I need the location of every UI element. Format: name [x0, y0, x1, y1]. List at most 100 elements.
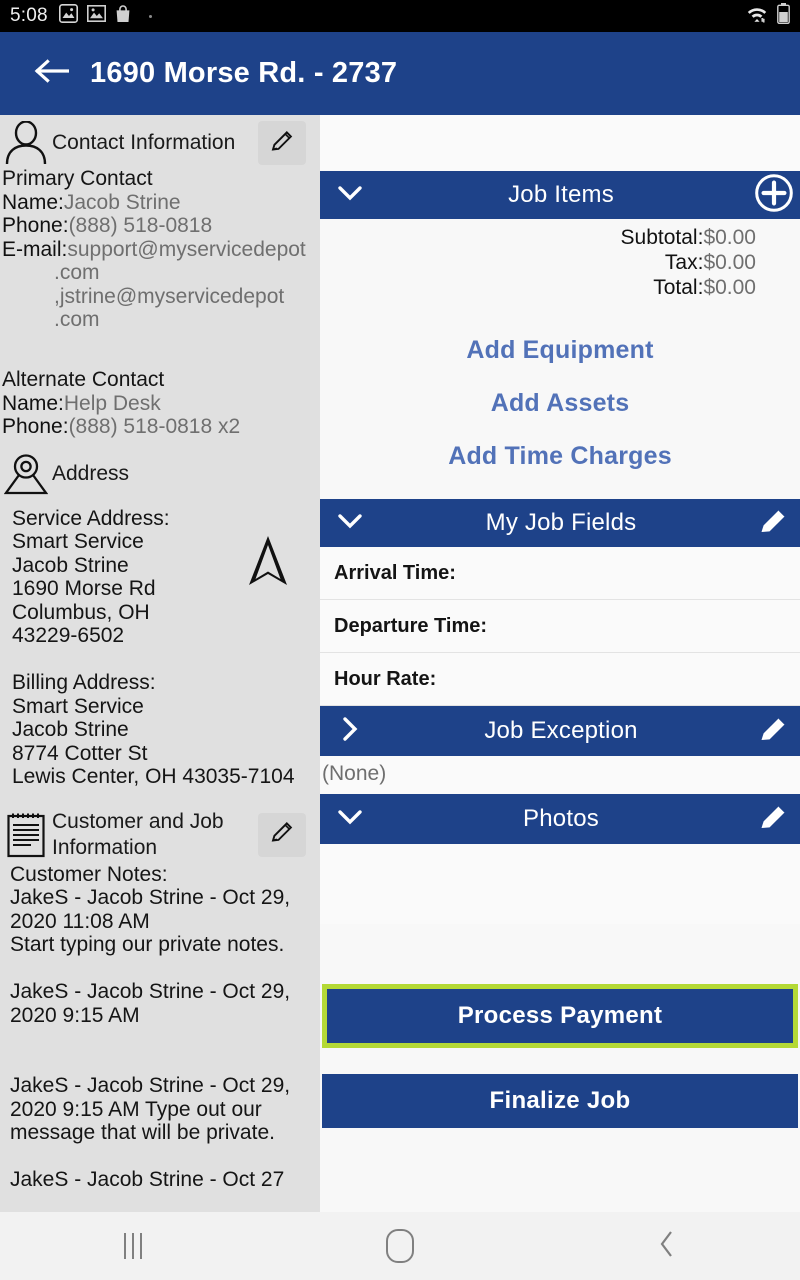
- alternate-phone-label: Phone:: [2, 415, 69, 438]
- address-header: Address: [0, 447, 320, 497]
- battery-icon: [777, 3, 790, 29]
- job-items-add-links: Add Equipment Add Assets Add Time Charge…: [320, 310, 800, 499]
- map-pin-icon: [0, 453, 52, 495]
- alternate-contact-phone-row[interactable]: Phone:(888) 518-0818 x2: [2, 415, 312, 439]
- edit-contact-information-button[interactable]: [258, 121, 306, 165]
- job-exception-expand-toggle[interactable]: [326, 716, 374, 747]
- page-title: 1690 Morse Rd. - 2737: [90, 57, 398, 89]
- tax-label: Tax:: [664, 251, 704, 274]
- chevron-down-icon: [337, 184, 363, 207]
- photos-collapse-toggle[interactable]: [326, 808, 374, 831]
- note-line: 2020 9:15 AM: [10, 1003, 140, 1027]
- add-job-item-button[interactable]: [748, 173, 800, 218]
- add-assets-link[interactable]: Add Assets: [320, 377, 800, 430]
- alternate-phone-value: (888) 518-0818 x2: [68, 415, 241, 438]
- screenshot-icon: [58, 4, 78, 28]
- customer-job-information-title: Customer and Job Information: [52, 809, 224, 859]
- job-exception-header[interactable]: Job Exception: [320, 706, 800, 756]
- service-address-line: 43229-6502: [12, 624, 125, 647]
- note-line: message that will be private.: [10, 1121, 275, 1144]
- pencil-icon: [757, 712, 791, 751]
- navigation-arrow-icon: [246, 535, 290, 596]
- job-items-totals: Subtotal:$0.00 Tax:$0.00 Total:$0.00: [320, 219, 800, 310]
- service-address-line: Columbus, OH: [12, 600, 150, 624]
- plus-circle-icon: [754, 173, 794, 218]
- service-address-label: Service Address:: [12, 506, 170, 530]
- job-items-header[interactable]: Job Items: [320, 171, 800, 219]
- customer-notes-label: Customer Notes:: [10, 862, 168, 886]
- partial-header-action-button[interactable]: [748, 115, 800, 119]
- navigate-button[interactable]: [246, 533, 290, 597]
- primary-email-line2: .com: [54, 261, 100, 284]
- app-bar: 1690 Morse Rd. - 2737: [0, 32, 800, 115]
- content-area: Contact Information Primary Contact Name…: [0, 115, 800, 1212]
- primary-email-line4: .com: [54, 308, 100, 331]
- primary-contact-phone-row[interactable]: Phone:(888) 518-0818: [2, 214, 312, 238]
- pencil-icon: [268, 127, 296, 160]
- job-exception-title: Job Exception: [484, 717, 638, 744]
- billing-address-line: Smart Service: [12, 694, 144, 718]
- process-payment-wrapper: Process Payment: [320, 984, 800, 1048]
- bag-icon: [115, 4, 131, 28]
- edit-job-exception-button[interactable]: [748, 712, 800, 751]
- note-line: Start typing our private notes.: [10, 933, 285, 956]
- arrival-time-field[interactable]: Arrival Time:: [320, 547, 800, 600]
- pencil-icon: [757, 800, 791, 839]
- edit-customer-job-information-button[interactable]: [258, 812, 306, 857]
- primary-phone-value: (888) 518-0818: [68, 214, 213, 237]
- recents-button[interactable]: [0, 1233, 267, 1259]
- my-job-fields-list: Arrival Time: Departure Time: Hour Rate:: [320, 547, 800, 706]
- contact-details: Primary Contact Name:Jacob Strine Phone:…: [0, 167, 320, 439]
- photos-header[interactable]: Photos: [320, 794, 800, 844]
- home-icon: [386, 1229, 414, 1263]
- my-job-fields-collapse-toggle[interactable]: [326, 512, 374, 535]
- process-payment-button[interactable]: Process Payment: [322, 984, 798, 1048]
- person-icon: [0, 121, 52, 165]
- primary-email-value: support@myservicedepot: [67, 237, 306, 261]
- note-line: JakeS - Jacob Strine - Oct 29,: [10, 980, 291, 1003]
- back-button-nav[interactable]: [533, 1229, 800, 1264]
- right-details-panel[interactable]: Job Items Subtotal:$0.00 Tax:$0.00 Total…: [320, 115, 800, 1212]
- add-time-charges-link[interactable]: Add Time Charges: [320, 430, 800, 483]
- job-exception-value: (None): [320, 756, 800, 794]
- primary-contact-email-row[interactable]: E-mail:support@myservicedepot: [2, 238, 312, 262]
- my-job-fields-header[interactable]: My Job Fields: [320, 499, 800, 547]
- tax-value: $0.00: [703, 251, 756, 274]
- job-items-collapse-toggle[interactable]: [326, 184, 374, 207]
- notepad-icon: [0, 812, 52, 858]
- button-spacer: [320, 1048, 800, 1074]
- primary-email-label: E-mail:: [2, 237, 68, 261]
- billing-address-line: Jacob Strine: [12, 718, 129, 741]
- system-navigation-bar: [0, 1212, 800, 1280]
- photos-body: [320, 844, 800, 924]
- chevron-right-icon: [341, 716, 359, 747]
- status-bar-notification-icons: [58, 4, 152, 28]
- billing-address-line: Lewis Center, OH 43035-7104: [12, 765, 295, 788]
- note-line: JakeS - Jacob Strine - Oct 29,: [10, 1074, 291, 1097]
- total-row: Total:$0.00: [320, 275, 756, 300]
- status-bar-clock: 5:08: [10, 5, 48, 26]
- alternate-name-label: Name:: [2, 391, 64, 415]
- app-screen: 5:08 1690 Morse Rd. - 2737 Contact Infor…: [0, 0, 800, 1280]
- finalize-job-wrapper: Finalize Job: [320, 1074, 800, 1128]
- hour-rate-field[interactable]: Hour Rate:: [320, 653, 800, 706]
- finalize-job-button[interactable]: Finalize Job: [322, 1074, 798, 1128]
- status-bar-system-icons: [744, 3, 790, 29]
- address-details: Service Address: Smart Service Jacob Str…: [0, 497, 320, 789]
- job-items-title: Job Items: [508, 181, 614, 208]
- edit-my-job-fields-button[interactable]: [748, 504, 800, 543]
- left-details-panel[interactable]: Contact Information Primary Contact Name…: [0, 115, 320, 1212]
- edit-photos-button[interactable]: [748, 800, 800, 839]
- chevron-down-icon: [337, 512, 363, 535]
- add-equipment-link[interactable]: Add Equipment: [320, 324, 800, 377]
- image-icon: [86, 5, 106, 27]
- customer-notes[interactable]: Customer Notes: JakeS - Jacob Strine - O…: [0, 863, 320, 1192]
- home-button[interactable]: [267, 1229, 534, 1263]
- contact-information-title: Contact Information: [52, 131, 236, 154]
- departure-time-field[interactable]: Departure Time:: [320, 600, 800, 653]
- back-button[interactable]: [22, 56, 84, 91]
- wifi-icon: [744, 3, 770, 29]
- pencil-icon: [268, 818, 296, 851]
- note-line: JakeS - Jacob Strine - Oct 29,: [10, 886, 291, 909]
- billing-address-label: Billing Address:: [12, 671, 156, 694]
